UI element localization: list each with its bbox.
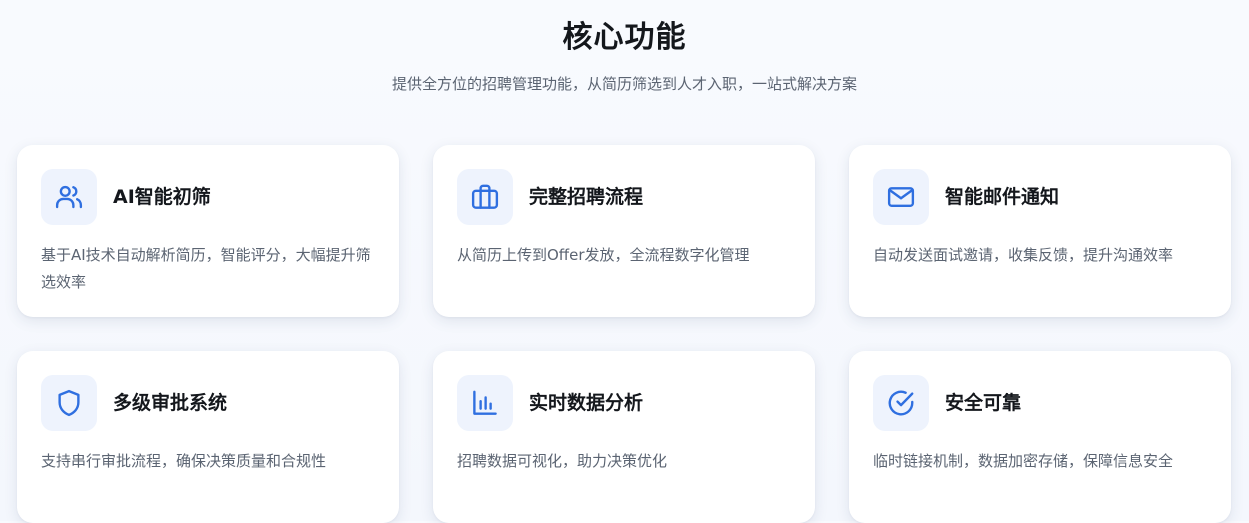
feature-description: 基于AI技术自动解析简历，智能评分，大幅提升筛选效率	[41, 246, 371, 291]
feature-card-security[interactable]: 安全可靠 临时链接机制，数据加密存储，保障信息安全	[849, 351, 1231, 523]
section-subtitle: 提供全方位的招聘管理功能，从简历筛选到人才入职，一站式解决方案	[391, 75, 857, 93]
users-icon	[41, 169, 97, 225]
check-circle-icon	[873, 375, 929, 431]
briefcase-icon	[457, 169, 513, 225]
feature-description: 招聘数据可视化，助力决策优化	[457, 452, 668, 470]
shield-icon	[41, 375, 97, 431]
feature-card-analytics[interactable]: 实时数据分析 招聘数据可视化，助力决策优化	[433, 351, 815, 523]
feature-title: 多级审批系统	[113, 392, 228, 414]
bar-chart-icon	[457, 375, 513, 431]
feature-title: AI智能初筛	[113, 186, 211, 208]
mail-icon	[873, 169, 929, 225]
feature-card-recruit-process[interactable]: 完整招聘流程 从简历上传到Offer发放，全流程数字化管理	[433, 145, 815, 317]
feature-title: 安全可靠	[945, 392, 1022, 414]
feature-description: 从简历上传到Offer发放，全流程数字化管理	[457, 246, 750, 264]
feature-description: 自动发送面试邀请，收集反馈，提升沟通效率	[873, 246, 1174, 264]
feature-card-email-notify[interactable]: 智能邮件通知 自动发送面试邀请，收集反馈，提升沟通效率	[849, 145, 1231, 317]
feature-title: 实时数据分析	[529, 392, 644, 414]
feature-description: 支持串行审批流程，确保决策质量和合规性	[41, 452, 327, 470]
feature-card-approval[interactable]: 多级审批系统 支持串行审批流程，确保决策质量和合规性	[17, 351, 399, 523]
feature-description: 临时链接机制，数据加密存储，保障信息安全	[873, 452, 1174, 470]
feature-card-ai-screening[interactable]: AI智能初筛 基于AI技术自动解析简历，智能评分，大幅提升筛选效率	[17, 145, 399, 317]
section-title: 核心功能	[562, 20, 687, 55]
feature-title: 完整招聘流程	[529, 186, 644, 208]
feature-grid: AI智能初筛 基于AI技术自动解析简历，智能评分，大幅提升筛选效率 完整招聘流程…	[17, 145, 1231, 523]
feature-title: 智能邮件通知	[945, 186, 1060, 208]
